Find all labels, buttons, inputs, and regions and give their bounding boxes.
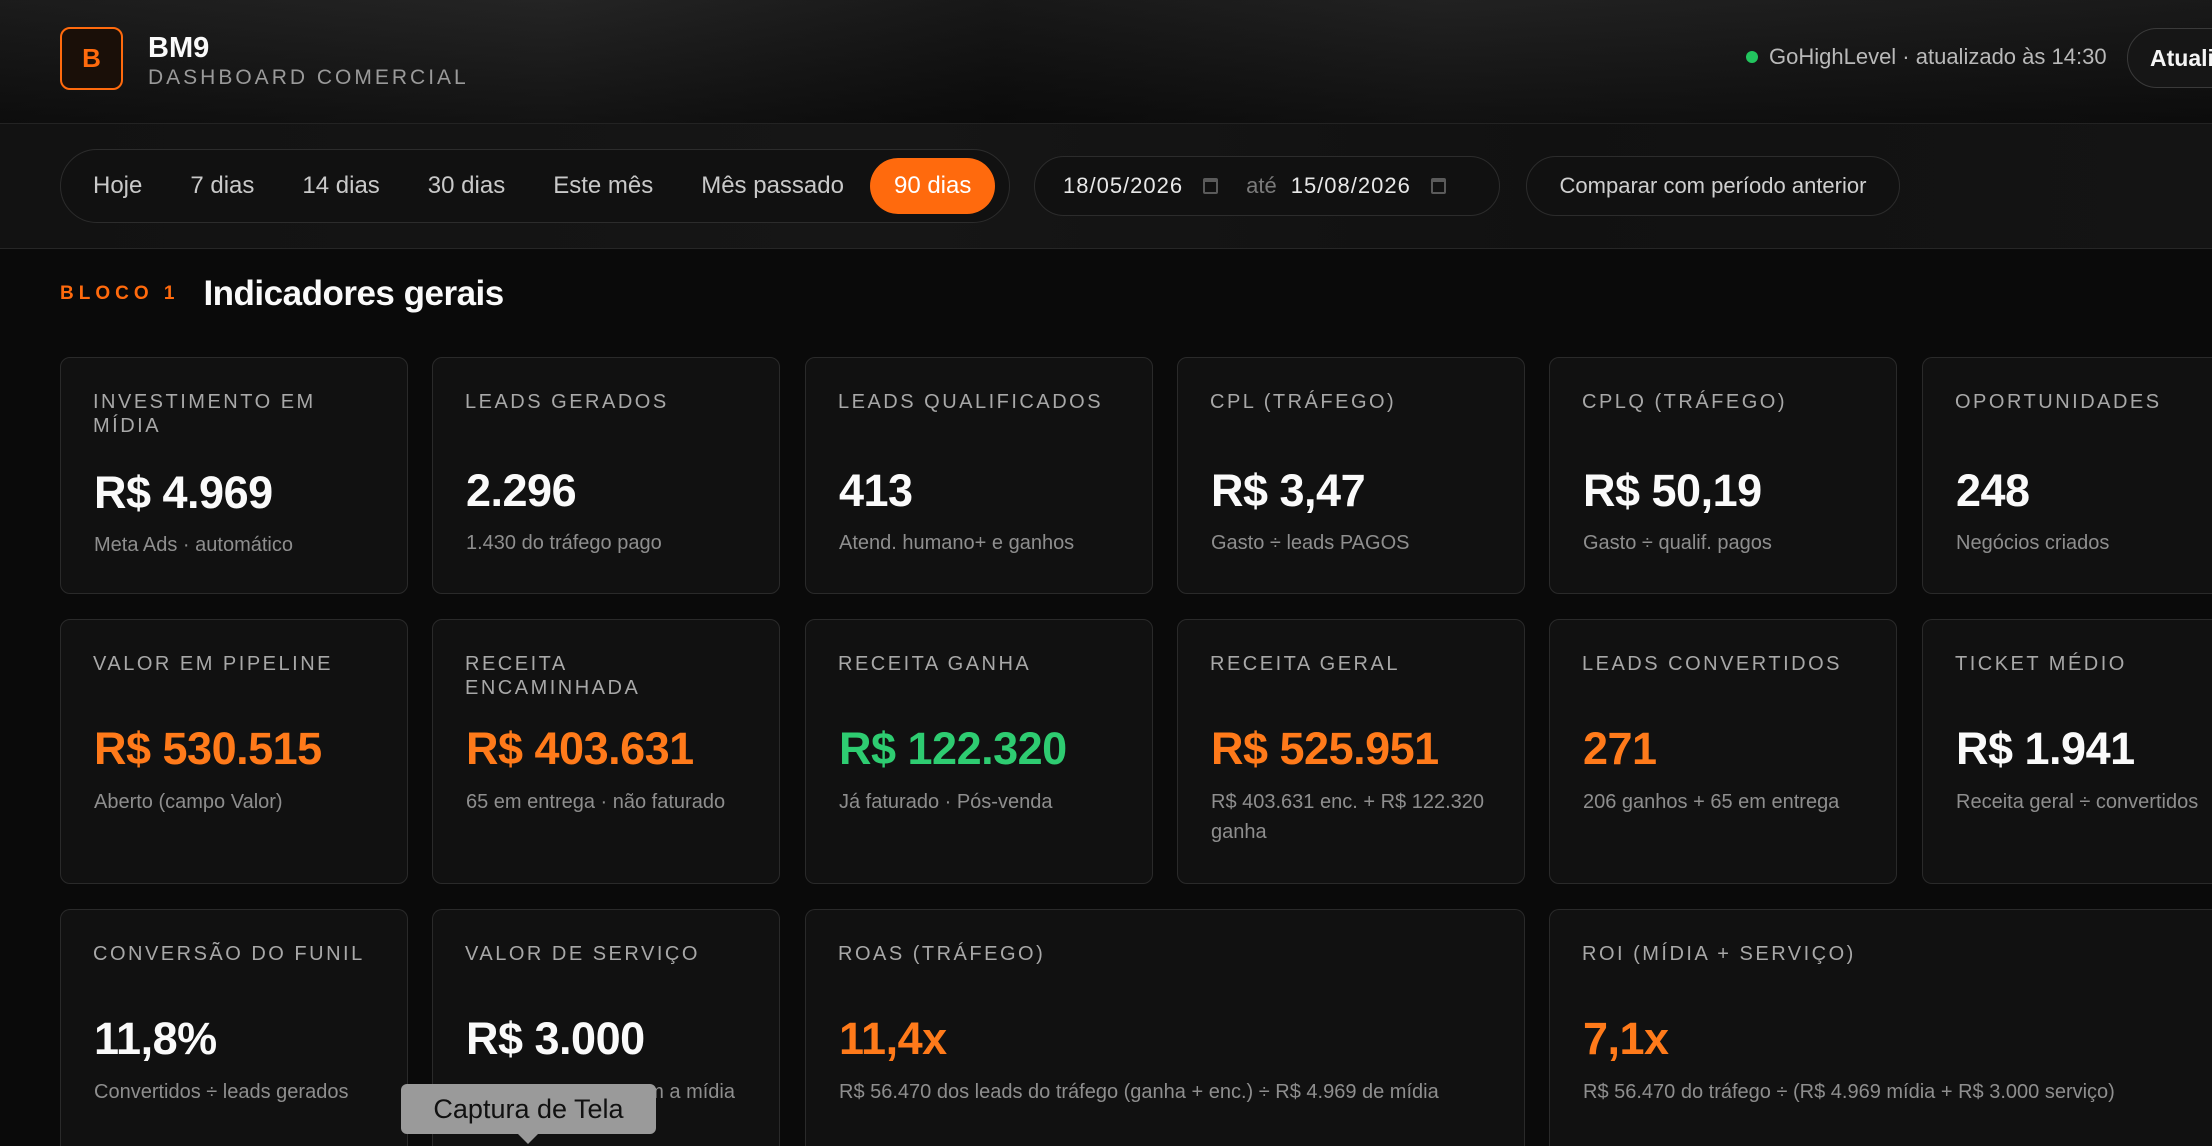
kpi-label: ROAS (TRÁFEGO): [838, 943, 1046, 965]
kpi-card-roas: ROAS (TRÁFEGO) 11,4x R$ 56.470 dos leads…: [805, 909, 1525, 1146]
kpi-value: R$ 525.951: [1211, 723, 1439, 774]
kpi-value: R$ 50,19: [1583, 465, 1762, 516]
section-title: Indicadores gerais: [203, 274, 504, 313]
kpi-caption: R$ 56.470 dos leads do tráfego (ganha + …: [839, 1081, 1439, 1103]
section-tag: BLOCO 1: [60, 283, 180, 304]
screenshot-tooltip: Captura de Tela: [401, 1084, 656, 1144]
kpi-label: VALOR DE SERVIÇO: [465, 943, 700, 965]
kpi-label: INVESTIMENTO EM MÍDIA: [93, 391, 316, 437]
calendar-icon[interactable]: [1203, 178, 1219, 194]
range-7d-button[interactable]: 7 dias: [166, 158, 278, 214]
kpi-value: 11,8%: [94, 1013, 217, 1064]
kpi-value: 11,4x: [839, 1013, 947, 1064]
kpi-caption: Aberto (campo Valor): [94, 791, 283, 813]
kpi-label: TICKET MÉDIO: [1955, 653, 2127, 675]
kpi-value: R$ 4.969: [94, 467, 273, 518]
date-from-value: 18/05/2026: [1063, 173, 1184, 198]
kpi-caption: Atend. humano+ e ganhos: [839, 532, 1075, 554]
kpi-card-cpl: CPL (TRÁFEGO) R$ 3,47 Gasto ÷ leads PAGO…: [1177, 357, 1525, 594]
status-text: GoHighLevel · atualizado às 14:30: [1769, 44, 2107, 69]
date-to-value: 15/08/2026: [1290, 173, 1411, 198]
kpi-caption: Gasto ÷ leads PAGOS: [1211, 532, 1410, 554]
range-today-button[interactable]: Hoje: [69, 158, 166, 214]
kpi-card-converted-leads: LEADS CONVERTIDOS 271 206 ganhos + 65 em…: [1549, 619, 1897, 884]
kpi-value: R$ 3,47: [1211, 465, 1366, 516]
kpi-label: LEADS GERADOS: [465, 391, 669, 413]
kpi-caption: Convertidos ÷ leads gerados: [94, 1081, 349, 1103]
kpi-value: 413: [839, 465, 913, 516]
date-from-input[interactable]: 18/05/2026: [1063, 173, 1219, 199]
kpi-card-media-investment: INVESTIMENTO EM MÍDIA R$ 4.969 Meta Ads …: [60, 357, 408, 594]
kpi-card-won-revenue: RECEITA GANHA R$ 122.320 Já faturado · P…: [805, 619, 1153, 884]
kpi-label: ROI (MÍDIA + SERVIÇO): [1582, 943, 1856, 965]
kpi-card-funnel-conversion: CONVERSÃO DO FUNIL 11,8% Convertidos ÷ l…: [60, 909, 408, 1146]
filter-bar: Hoje 7 dias 14 dias 30 dias Este mês Mês…: [0, 124, 2212, 249]
kpi-label: CPL (TRÁFEGO): [1210, 391, 1397, 413]
kpi-card-cplq: CPLQ (TRÁFEGO) R$ 50,19 Gasto ÷ qualif. …: [1549, 357, 1897, 594]
kpi-value: 2.296: [466, 465, 577, 516]
brand-logo: B: [60, 27, 123, 90]
calendar-icon[interactable]: [1430, 178, 1446, 194]
kpi-label: RECEITA GERAL: [1210, 653, 1400, 675]
brand-block: BM9 DASHBOARD COMERCIAL: [148, 30, 469, 90]
status-dot-icon: [1746, 51, 1758, 63]
kpi-label: VALOR EM PIPELINE: [93, 653, 333, 675]
range-90d-button[interactable]: 90 dias: [869, 158, 996, 214]
kpi-caption: Meta Ads · automático: [94, 534, 293, 556]
kpi-caption: Já faturado · Pós-venda: [839, 791, 1053, 813]
kpi-label: CONVERSÃO DO FUNIL: [93, 943, 365, 965]
kpi-caption: R$ 403.631 enc. + R$ 122.320 ganha: [1211, 791, 1484, 843]
kpi-value: R$ 1.941: [1956, 723, 2135, 774]
kpi-card-forwarded-revenue: RECEITA ENCAMINHADA R$ 403.631 65 em ent…: [432, 619, 780, 884]
kpi-label: LEADS QUALIFICADOS: [838, 391, 1104, 413]
compare-period-button[interactable]: Comparar com período anterior: [1526, 156, 1900, 216]
kpi-value: 248: [1956, 465, 2030, 516]
date-to-input[interactable]: 15/08/2026: [1291, 173, 1446, 199]
kpi-caption: Gasto ÷ qualif. pagos: [1583, 532, 1772, 554]
range-last-month-button[interactable]: Mês passado: [677, 158, 868, 214]
kpi-card-total-revenue: RECEITA GERAL R$ 525.951 R$ 403.631 enc.…: [1177, 619, 1525, 884]
kpi-card-qualified-leads: LEADS QUALIFICADOS 413 Atend. humano+ e …: [805, 357, 1153, 594]
range-14d-button[interactable]: 14 dias: [278, 158, 403, 214]
range-this-month-button[interactable]: Este mês: [529, 158, 677, 214]
kpi-label: RECEITA ENCAMINHADA: [465, 653, 641, 699]
kpi-caption: 206 ganhos + 65 em entrega: [1583, 791, 1840, 813]
kpi-caption: 1.430 do tráfego pago: [466, 532, 662, 554]
kpi-card-opportunities: OPORTUNIDADES 248 Negócios criados: [1922, 357, 2212, 594]
kpi-value: R$ 403.631: [466, 723, 694, 774]
top-header: B BM9 DASHBOARD COMERCIAL GoHighLevel · …: [0, 0, 2212, 124]
date-range-presets: Hoje 7 dias 14 dias 30 dias Este mês Mês…: [60, 149, 1010, 223]
brand-name: BM9: [148, 32, 210, 64]
kpi-caption: Receita geral ÷ convertidos: [1956, 791, 2199, 813]
kpi-value: R$ 530.515: [94, 723, 322, 774]
kpi-card-pipeline-value: VALOR EM PIPELINE R$ 530.515 Aberto (cam…: [60, 619, 408, 884]
refresh-button[interactable]: Atualizar: [2127, 28, 2212, 88]
brand-subtitle: DASHBOARD COMERCIAL: [148, 66, 469, 89]
kpi-card-roi: ROI (MÍDIA + SERVIÇO) 7,1x R$ 56.470 do …: [1549, 909, 2212, 1146]
kpi-caption: 65 em entrega · não faturado: [466, 791, 726, 813]
kpi-caption: Negócios criados: [1956, 532, 2110, 554]
kpi-card-leads-generated: LEADS GERADOS 2.296 1.430 do tráfego pag…: [432, 357, 780, 594]
kpi-label: OPORTUNIDADES: [1955, 391, 2162, 413]
section-header: BLOCO 1 Indicadores gerais: [60, 274, 504, 314]
sync-status: GoHighLevel · atualizado às 14:30: [1746, 44, 2107, 70]
kpi-value: R$ 122.320: [839, 723, 1067, 774]
kpi-value: 7,1x: [1583, 1013, 1669, 1064]
kpi-label: LEADS CONVERTIDOS: [1582, 653, 1842, 675]
kpi-caption: R$ 56.470 do tráfego ÷ (R$ 4.969 mídia +…: [1583, 1081, 2115, 1103]
range-30d-button[interactable]: 30 dias: [404, 158, 529, 214]
kpi-label: CPLQ (TRÁFEGO): [1582, 391, 1788, 413]
kpi-label: RECEITA GANHA: [838, 653, 1032, 675]
kpi-value: R$ 3.000: [466, 1013, 645, 1064]
custom-date-range: 18/05/2026 até 15/08/2026: [1034, 156, 1500, 216]
kpi-value: 271: [1583, 723, 1657, 774]
kpi-card-avg-ticket: TICKET MÉDIO R$ 1.941 Receita geral ÷ co…: [1922, 619, 2212, 884]
date-separator: até: [1246, 173, 1277, 198]
